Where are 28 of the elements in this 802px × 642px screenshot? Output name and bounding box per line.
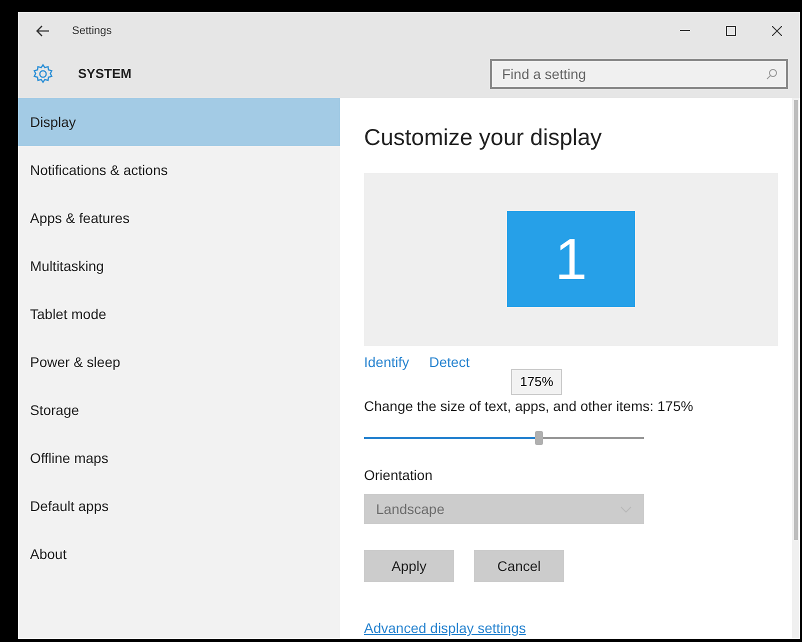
sidebar-item[interactable]: About — [18, 530, 340, 578]
slider-thumb[interactable] — [535, 431, 543, 446]
sidebar-item[interactable]: Power & sleep — [18, 338, 340, 386]
search-field[interactable]: Find a setting — [490, 59, 788, 89]
sidebar-item[interactable]: Default apps — [18, 482, 340, 530]
scale-label: Change the size of text, apps, and other items: 175% — [364, 398, 694, 414]
sidebar-item[interactable]: Offline maps — [18, 434, 340, 482]
window-title: Settings — [72, 24, 112, 39]
page-title: Customize your display — [364, 123, 603, 152]
slider-tooltip: 175% — [511, 369, 562, 395]
search-icon — [766, 68, 778, 80]
section-title: SYSTEM — [78, 65, 132, 84]
sidebar-item[interactable]: Tablet mode — [18, 290, 340, 338]
sidebar-item[interactable]: Multitasking — [18, 242, 340, 290]
action-button[interactable]: Apply — [364, 550, 454, 582]
slider-track[interactable] — [364, 431, 644, 444]
link[interactable]: Detect — [429, 352, 470, 374]
orientation-label: Orientation — [364, 466, 434, 486]
sidebar-item[interactable]: Storage — [18, 386, 340, 434]
scrollbar[interactable] — [792, 98, 800, 639]
link[interactable]: Identify — [364, 352, 410, 374]
sidebar-item[interactable]: Display — [18, 98, 340, 146]
gear-icon — [32, 63, 54, 85]
sidebar-item[interactable]: Notifications & actions — [18, 146, 340, 194]
action-button[interactable]: Cancel — [474, 550, 564, 582]
advanced-link[interactable]: Advanced display settings — [364, 618, 526, 639]
back-arrow-icon[interactable] — [36, 25, 50, 37]
sidebar-item[interactable]: Apps & features — [18, 194, 340, 242]
